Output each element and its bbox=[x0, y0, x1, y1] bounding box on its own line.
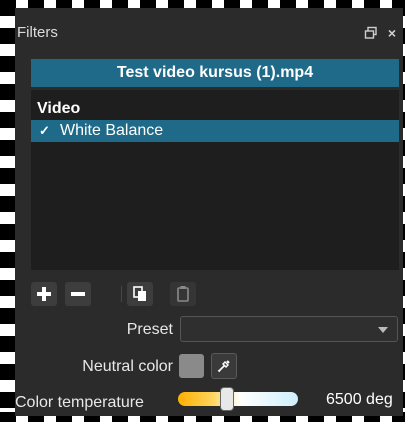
color-picker-button[interactable] bbox=[211, 353, 237, 379]
close-dock-icon[interactable]: × bbox=[384, 25, 400, 41]
slider-handle[interactable] bbox=[220, 387, 234, 411]
copy-filters-button[interactable] bbox=[127, 282, 153, 306]
dock-title: Filters bbox=[17, 24, 58, 41]
neutral-color-label: Neutral color bbox=[82, 358, 173, 375]
filter-category-video: Video bbox=[37, 100, 81, 117]
preset-label: Preset bbox=[126, 321, 173, 338]
selection-frame: Filters × Test video kursus (1).mp4 Vide… bbox=[0, 0, 405, 422]
filter-item-label: White Balance bbox=[60, 122, 164, 139]
remove-filter-button[interactable] bbox=[65, 282, 91, 306]
toolbar-separator bbox=[121, 286, 122, 302]
color-temperature-value[interactable]: 6500 deg bbox=[326, 391, 393, 409]
minus-icon bbox=[71, 292, 85, 296]
filters-panel: Filters × Test video kursus (1).mp4 Vide… bbox=[15, 8, 403, 416]
attached-filters-list[interactable]: Video ✓ White Balance bbox=[31, 90, 399, 270]
slider-track[interactable] bbox=[178, 392, 298, 406]
color-temperature-slider[interactable] bbox=[178, 387, 298, 411]
paste-filters-button[interactable] bbox=[170, 282, 196, 306]
copy-icon bbox=[133, 286, 146, 301]
chevron-down-icon bbox=[378, 327, 388, 333]
plus-icon bbox=[37, 287, 51, 301]
color-temperature-label: Color temperature bbox=[15, 394, 144, 411]
paste-icon bbox=[177, 286, 189, 302]
filter-item-white-balance[interactable]: ✓ White Balance bbox=[31, 120, 399, 142]
neutral-color-swatch[interactable] bbox=[179, 354, 204, 378]
eyedropper-icon bbox=[217, 360, 230, 373]
float-dock-icon[interactable] bbox=[364, 26, 378, 40]
preset-dropdown[interactable] bbox=[180, 316, 398, 342]
add-filter-button[interactable] bbox=[31, 282, 57, 306]
current-clip-name: Test video kursus (1).mp4 bbox=[31, 59, 399, 87]
dock-title-bar: Filters × bbox=[15, 8, 403, 50]
filter-enabled-checkbox[interactable]: ✓ bbox=[39, 123, 50, 139]
